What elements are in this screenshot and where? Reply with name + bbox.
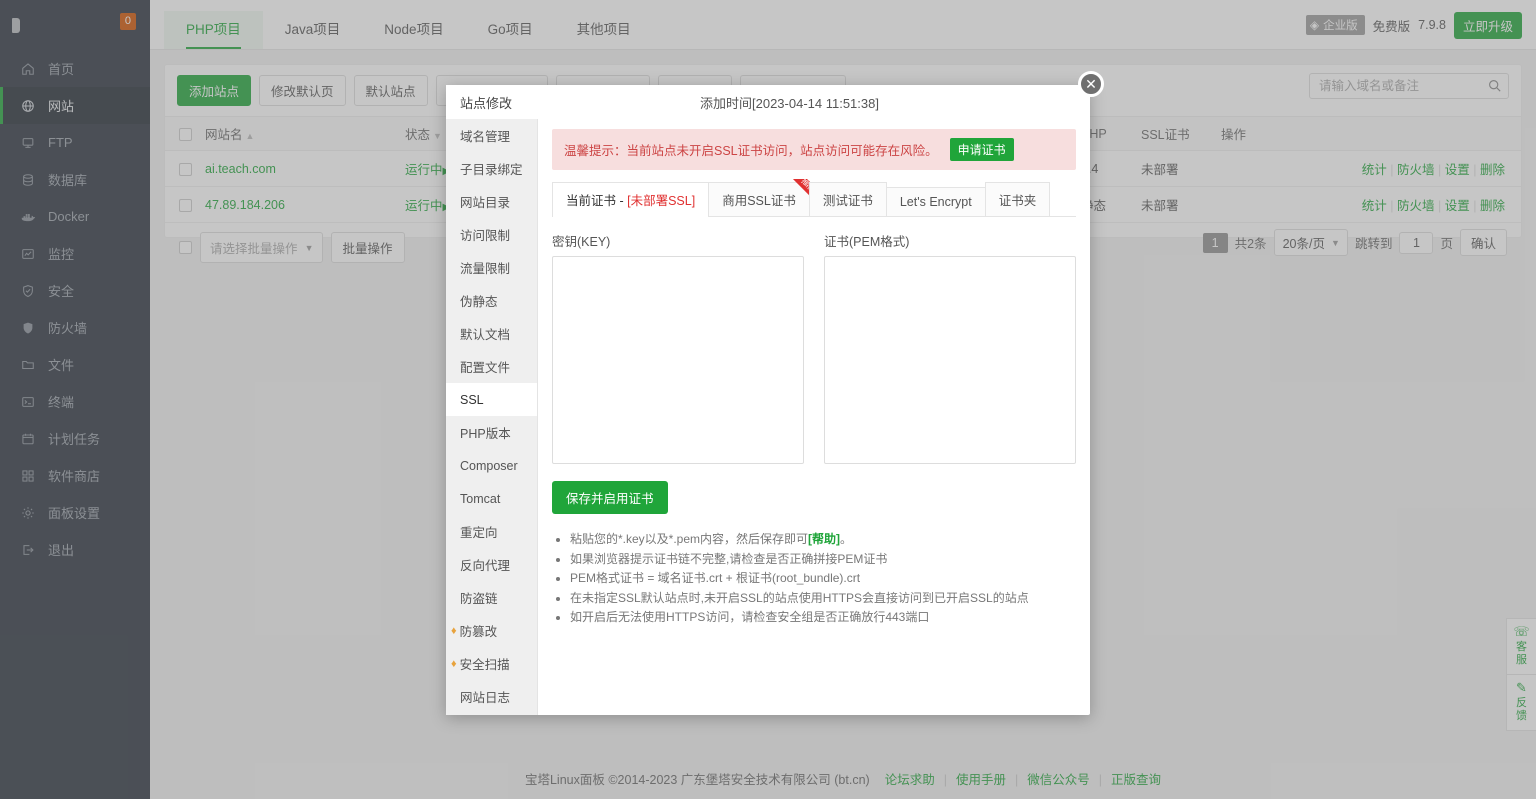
- modal-side-item-1[interactable]: 子目录绑定: [446, 152, 537, 185]
- close-icon[interactable]: ✕: [1078, 71, 1104, 97]
- modal-side-item-label: 访问限制: [460, 225, 510, 244]
- hint-text: PEM格式证书 = 域名证书.crt + 根证书(root_bundle).cr…: [570, 571, 860, 585]
- modal-side-nav: 域名管理子目录绑定网站目录访问限制流量限制伪静态默认文档配置文件 SSL PHP版本…: [446, 85, 538, 715]
- modal-side-item-14[interactable]: 防盗链: [446, 581, 537, 614]
- modal-side-item-label: 防盗链: [460, 588, 498, 607]
- cert-fields-row: 密钥(KEY) 证书(PEM格式): [552, 231, 1076, 467]
- ssl-tab-4[interactable]: 证书夹: [985, 182, 1051, 216]
- app-root: 0 首页网站FTP数据库Docker监控安全防火墙文件终端计划任务软件商店面板设…: [0, 0, 1536, 799]
- ssl-tab-label: 证书夹: [999, 194, 1037, 208]
- ssl-tab-label: Let's Encrypt: [900, 195, 972, 209]
- modal-header-subtitle: 添加时间[2023-04-14 11:51:38]: [700, 93, 879, 112]
- modal-side-item-label: SSL: [460, 393, 484, 407]
- modal-side-item-3[interactable]: 访问限制: [446, 218, 537, 251]
- ssl-tab-suffix: [未部署SSL]: [627, 194, 695, 208]
- ssl-tabs: 当前证书 - [未部署SSL]商用SSL证书推荐测试证书Let's Encryp…: [552, 182, 1076, 217]
- key-textarea[interactable]: [552, 256, 804, 464]
- ssl-tab-3[interactable]: Let's Encrypt: [886, 187, 986, 216]
- modal-side-item-label: 防篡改: [460, 621, 498, 640]
- modal-side-item-label: 域名管理: [460, 126, 510, 145]
- modal-header: 添加时间[2023-04-14 11:51:38]: [538, 85, 1090, 119]
- key-field-group: 密钥(KEY): [552, 231, 804, 467]
- hint-text: 粘贴您的*.key以及*.pem内容，然后保存即可: [570, 532, 808, 546]
- hint-suffix: 。: [840, 532, 852, 546]
- modal-side-item-15[interactable]: ♦防篡改: [446, 614, 537, 647]
- ssl-tab-label: 商用SSL证书: [722, 194, 796, 208]
- modal-side-item-10[interactable]: Composer: [446, 449, 537, 482]
- modal-side-item-12[interactable]: 重定向: [446, 515, 537, 548]
- modal-side-item-label: 伪静态: [460, 291, 498, 310]
- modal-side-item-16[interactable]: ♦安全扫描: [446, 647, 537, 680]
- ssl-panel: 温馨提示：当前站点未开启SSL证书访问，站点访问可能存在风险。 申请证书 当前证…: [538, 119, 1090, 715]
- apply-certificate-button[interactable]: 申请证书: [950, 138, 1014, 161]
- modal-side-item-label: 网站日志: [460, 687, 510, 706]
- modal-side-item-17[interactable]: 网站日志: [446, 680, 537, 713]
- modal-side-item-4[interactable]: 流量限制: [446, 251, 537, 284]
- modal-side-item-8[interactable]: SSL: [446, 383, 537, 416]
- ssl-tab-1[interactable]: 商用SSL证书推荐: [708, 182, 810, 216]
- site-settings-modal: ✕ 域名管理子目录绑定网站目录访问限制流量限制伪静态默认文档配置文件SSLPHP…: [446, 85, 1090, 715]
- ssl-tab-2[interactable]: 测试证书: [809, 182, 887, 216]
- modal-side-title: 站点修改: [446, 85, 538, 119]
- crown-icon: ♦: [451, 625, 457, 637]
- hint-text: 在未指定SSL默认站点时,未开启SSL的站点使用HTTPS会直接访问到已开启SS…: [570, 591, 1029, 605]
- ssl-hint-item: 在未指定SSL默认站点时,未开启SSL的站点使用HTTPS会直接访问到已开启SS…: [570, 589, 1076, 609]
- modal-side-item-label: 配置文件: [460, 357, 510, 376]
- ssl-hint-item: 如果浏览器提示证书链不完整,请检查是否正确拼接PEM证书: [570, 550, 1076, 570]
- ssl-tab-0[interactable]: 当前证书 - [未部署SSL]: [552, 182, 709, 217]
- modal-side-item-label: 安全扫描: [460, 654, 510, 673]
- ssl-hints-list: 粘贴您的*.key以及*.pem内容，然后保存即可[帮助]。如果浏览器提示证书链…: [552, 530, 1076, 628]
- key-label: 密钥(KEY): [552, 231, 804, 250]
- ssl-warning-bar: 温馨提示：当前站点未开启SSL证书访问，站点访问可能存在风险。 申请证书: [552, 129, 1076, 170]
- modal-side-item-5[interactable]: 伪静态: [446, 284, 537, 317]
- modal-side-item-label: 重定向: [460, 522, 498, 541]
- ssl-tab-label: 当前证书 -: [566, 194, 627, 208]
- ssl-hint-item: PEM格式证书 = 域名证书.crt + 根证书(root_bundle).cr…: [570, 569, 1076, 589]
- modal-side-item-label: Composer: [460, 459, 518, 473]
- modal-side-item-label: 网站目录: [460, 192, 510, 211]
- modal-side-item-label: 流量限制: [460, 258, 510, 277]
- modal-side-item-2[interactable]: 网站目录: [446, 185, 537, 218]
- ssl-hint-item: 粘贴您的*.key以及*.pem内容，然后保存即可[帮助]。: [570, 530, 1076, 550]
- hint-text: 如果浏览器提示证书链不完整,请检查是否正确拼接PEM证书: [570, 552, 887, 566]
- help-link[interactable]: [帮助]: [808, 532, 840, 546]
- modal-side-item-7[interactable]: 配置文件: [446, 350, 537, 383]
- ssl-hint-item: 如开启后无法使用HTTPS访问，请检查安全组是否正确放行443端口: [570, 608, 1076, 628]
- crown-icon: ♦: [451, 658, 457, 670]
- modal-side-item-label: 反向代理: [460, 555, 510, 574]
- modal-side-item-6[interactable]: 默认文档: [446, 317, 537, 350]
- modal-side-item-0[interactable]: 域名管理: [446, 119, 537, 152]
- save-enable-cert-button[interactable]: 保存并启用证书: [552, 481, 668, 514]
- modal-body: 添加时间[2023-04-14 11:51:38] 温馨提示：当前站点未开启SS…: [538, 85, 1090, 715]
- modal-side-item-13[interactable]: 反向代理: [446, 548, 537, 581]
- cert-field-group: 证书(PEM格式): [824, 231, 1076, 467]
- modal-side-item-label: 默认文档: [460, 324, 510, 343]
- modal-side-item-label: 子目录绑定: [460, 159, 523, 178]
- cert-label: 证书(PEM格式): [824, 231, 1076, 250]
- modal-side-item-11[interactable]: Tomcat: [446, 482, 537, 515]
- ssl-tab-label: 测试证书: [823, 194, 873, 208]
- cert-textarea[interactable]: [824, 256, 1076, 464]
- modal-side-item-label: Tomcat: [460, 492, 500, 506]
- hint-text: 如开启后无法使用HTTPS访问，请检查安全组是否正确放行443端口: [570, 610, 929, 624]
- ssl-warning-text: 温馨提示：当前站点未开启SSL证书访问，站点访问可能存在风险。: [564, 140, 938, 159]
- modal-side-item-label: PHP版本: [460, 423, 511, 442]
- modal-side-item-9[interactable]: PHP版本: [446, 416, 537, 449]
